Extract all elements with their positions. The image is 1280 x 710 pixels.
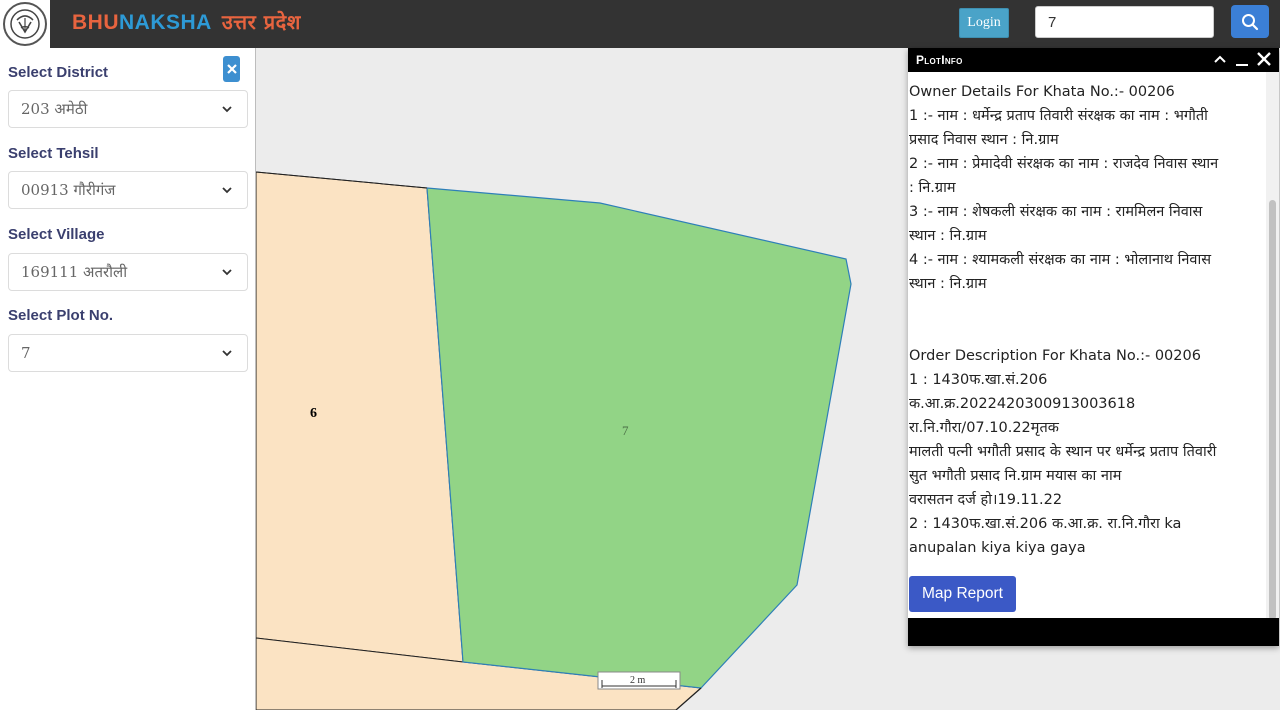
plot-info-footer [908, 618, 1279, 646]
selection-sidebar: Select District 203 अमेठी Select Tehsil … [0, 48, 256, 710]
brand-part1: BHU [72, 11, 119, 34]
village-select-value: 169111 अतरौली [21, 263, 128, 281]
brand-title: BHUNAKSHA उत्तर प्रदेश [72, 8, 301, 35]
plot-6-label: 6 [310, 406, 317, 421]
close-icon[interactable] [1256, 50, 1272, 68]
plot-label: Select Plot No. [8, 307, 114, 324]
tehsil-select[interactable]: 00913 गौरीगंज [8, 171, 248, 209]
top-header: BHUNAKSHA उत्तर प्रदेश Login [0, 0, 1280, 48]
plot-7-shape[interactable] [426, 187, 852, 689]
district-select[interactable]: 203 अमेठी [8, 90, 248, 128]
owner-line: : नि.ग्राम [909, 180, 956, 196]
owner-line: स्थान : नि.ग्राम [909, 276, 987, 292]
search-icon [1242, 13, 1259, 30]
plot-select-value: 7 [21, 344, 31, 362]
plot-7-label: 7 [622, 423, 629, 438]
district-label: Select District [8, 64, 109, 81]
order-heading: Order Description For Khata No.:- 00206 [909, 348, 1201, 364]
state-emblem-logo [0, 0, 50, 48]
close-icon [226, 64, 237, 74]
owner-line: 1 :- नाम : धर्मेन्द्र प्रताप तिवारी संरक… [909, 108, 1208, 124]
owner-line: 3 :- नाम : शेषकली संरक्षक का नाम : राममि… [909, 204, 1203, 220]
plot-info-scrollbar[interactable] [1266, 72, 1279, 620]
plot-info-body: Owner Details For Khata No.:- 00206 1 :-… [908, 72, 1266, 618]
search-button[interactable] [1231, 5, 1269, 38]
order-line: रा.नि.गौरा/07.10.22मृतक [909, 420, 1059, 436]
scrollbar-thumb[interactable] [1269, 200, 1276, 620]
scale-bar-label: 2 m [630, 675, 646, 686]
minimize-icon[interactable] [1234, 50, 1250, 68]
owner-line: 2 :- नाम : प्रेमादेवी संरक्षक का नाम : र… [909, 156, 1219, 172]
order-line: सुत भगौती प्रसाद नि.ग्राम मयास का नाम [909, 468, 1122, 484]
district-select-value: 203 अमेठी [21, 100, 88, 118]
owner-heading: Owner Details For Khata No.:- 00206 [909, 84, 1175, 100]
village-select[interactable]: 169111 अतरौली [8, 253, 248, 291]
up-emblem-icon [3, 2, 47, 46]
plot-info-panel: PlotInfo Owner Details For Khata No.:- 0… [908, 48, 1279, 646]
login-button[interactable]: Login [959, 8, 1009, 38]
order-line: 2 : 1430फ.खा.सं.206 क.आ.क्र. रा.नि.गौरा … [909, 516, 1182, 532]
chevron-down-icon [222, 106, 232, 113]
owner-line: प्रसाद निवास स्थान : नि.ग्राम [909, 132, 1059, 148]
chevron-down-icon [222, 269, 232, 276]
map-report-button[interactable]: Map Report [909, 576, 1016, 612]
order-line: anupalan kiya kiya gaya [909, 540, 1086, 556]
village-label: Select Village [8, 226, 105, 243]
tehsil-label: Select Tehsil [8, 145, 99, 162]
plot-info-title: PlotInfo [916, 53, 963, 67]
chevron-up-icon[interactable] [1212, 50, 1228, 68]
tehsil-select-value: 00913 गौरीगंज [21, 181, 116, 199]
chevron-down-icon [222, 187, 232, 194]
order-line: मालती पत्नी भगौती प्रसाद के स्थान पर धर्… [909, 444, 1217, 460]
order-line: वरासतन दर्ज हो।19.11.22 [909, 492, 1063, 508]
plot-info-header: PlotInfo [908, 48, 1279, 72]
close-sidebar-button[interactable] [223, 56, 240, 82]
chevron-down-icon [222, 350, 232, 357]
plot-select[interactable]: 7 [8, 334, 248, 372]
brand-part2: NAKSHA [119, 11, 212, 34]
search-input[interactable] [1035, 6, 1214, 38]
brand-state: उत्तर प्रदेश [221, 10, 301, 34]
order-line: 1 : 1430फ.खा.सं.206 [909, 372, 1048, 388]
owner-line: स्थान : नि.ग्राम [909, 228, 987, 244]
order-line: क.आ.क्र.202242030091300361​8 [909, 396, 1136, 412]
owner-line: 4 :- नाम : श्यामकली संरक्षक का नाम : भोल… [909, 252, 1212, 268]
